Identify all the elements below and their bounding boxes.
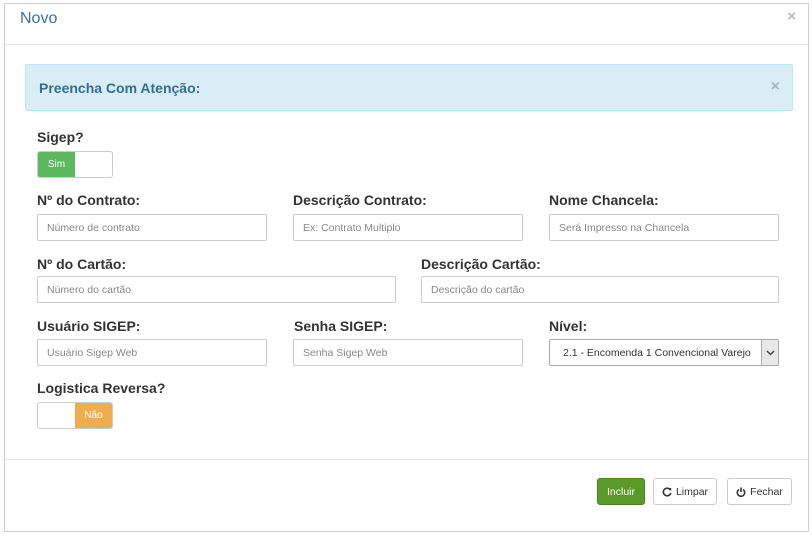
power-icon bbox=[736, 487, 746, 497]
descricao-contrato-input[interactable] bbox=[293, 214, 523, 241]
sigep-toggle[interactable]: Sim bbox=[37, 151, 113, 178]
descricao-contrato-label: Descrição Contrato: bbox=[293, 192, 427, 208]
limpar-button[interactable]: Limpar bbox=[653, 478, 717, 505]
senha-sigep-label: Senha SIGEP: bbox=[294, 318, 388, 334]
refresh-icon bbox=[662, 486, 672, 497]
modal-title: Novo bbox=[20, 10, 58, 27]
fechar-button[interactable]: Fechar bbox=[727, 478, 792, 505]
nome-chancela-label: Nome Chancela: bbox=[549, 192, 659, 208]
cartao-label: Nº do Cartão: bbox=[37, 256, 127, 272]
incluir-button-label: Incluir bbox=[606, 485, 635, 498]
fechar-button-label: Fechar bbox=[750, 485, 783, 498]
usuario-sigep-input[interactable] bbox=[37, 339, 267, 366]
nivel-select[interactable]: 2.1 - Encomenda 1 Convencional Varejo bbox=[549, 339, 779, 366]
senha-sigep-input[interactable] bbox=[293, 339, 523, 366]
logistica-toggle-off: Não bbox=[75, 403, 112, 428]
footer-divider bbox=[5, 459, 808, 460]
sigep-toggle-on: Sim bbox=[38, 152, 75, 177]
nivel-selected-value: 2.1 - Encomenda 1 Convencional Varejo bbox=[563, 347, 751, 359]
alert-box: Preencha Com Atenção: × bbox=[25, 64, 793, 111]
modal-header: Novo × bbox=[5, 4, 808, 45]
modal-dialog: Novo × Preencha Com Atenção: × Sigep? Si… bbox=[4, 3, 809, 532]
chevron-down-icon[interactable] bbox=[761, 340, 778, 365]
nome-chancela-input[interactable] bbox=[549, 214, 779, 241]
logistica-label: Logistica Reversa? bbox=[37, 380, 166, 396]
usuario-sigep-label: Usuário SIGEP: bbox=[37, 318, 141, 334]
cartao-input[interactable] bbox=[37, 276, 396, 303]
contrato-input[interactable] bbox=[37, 214, 267, 241]
descricao-cartao-label: Descrição Cartão: bbox=[421, 256, 541, 272]
sigep-label: Sigep? bbox=[37, 129, 84, 145]
alert-close-button[interactable]: × bbox=[771, 79, 780, 95]
limpar-button-label: Limpar bbox=[675, 485, 709, 498]
contrato-label: Nº do Contrato: bbox=[37, 192, 141, 208]
logistica-toggle[interactable]: Não bbox=[37, 402, 113, 429]
alert-text: Preencha Com Atenção: bbox=[39, 80, 201, 96]
modal-close-button[interactable]: × bbox=[787, 9, 796, 25]
incluir-button[interactable]: Incluir bbox=[597, 478, 645, 505]
descricao-cartao-input[interactable] bbox=[421, 276, 779, 303]
nivel-label: Nível: bbox=[549, 318, 588, 334]
